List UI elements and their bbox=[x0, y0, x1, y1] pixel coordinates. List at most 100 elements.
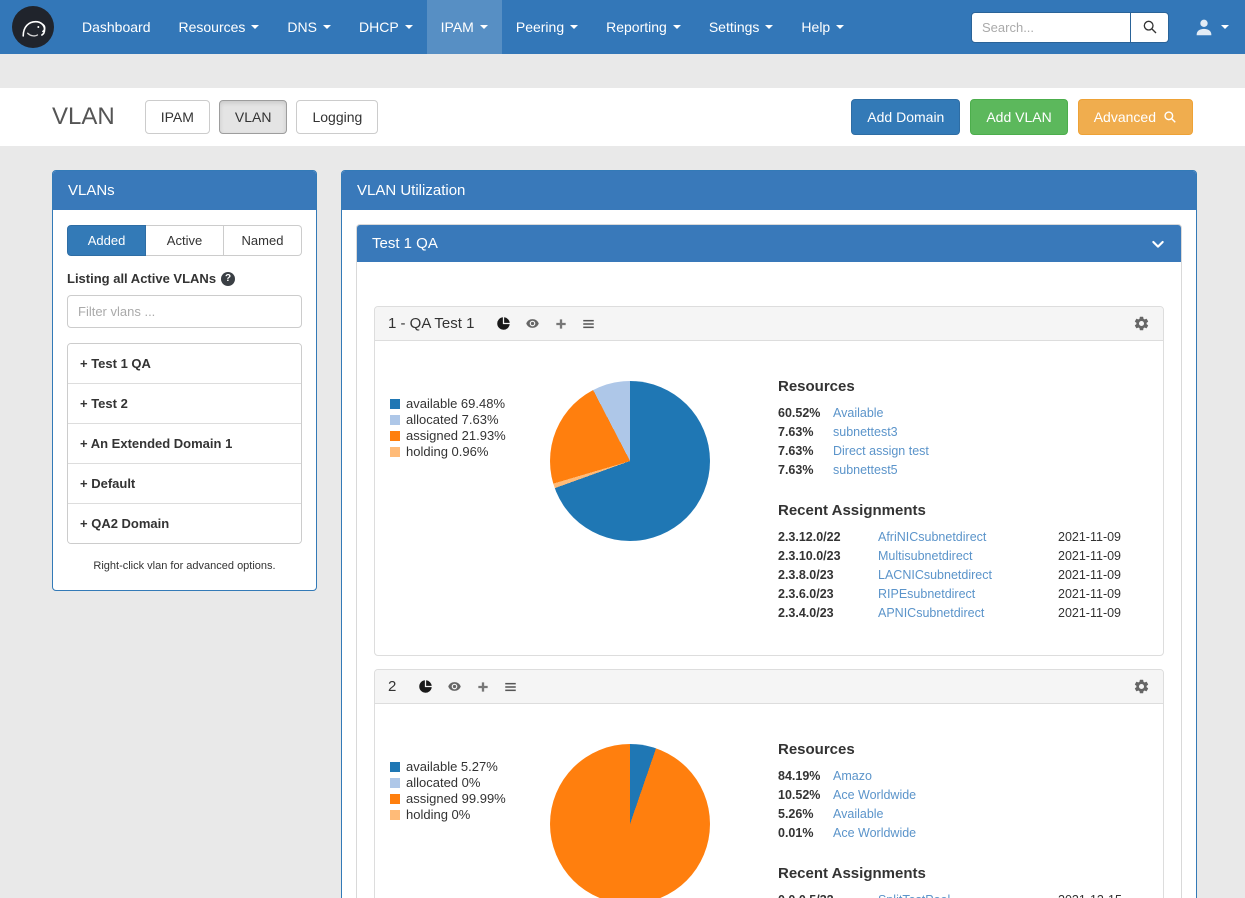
eye-icon[interactable] bbox=[524, 316, 541, 331]
tab-vlan[interactable]: VLAN bbox=[219, 100, 288, 134]
listing-label: Listing all Active VLANs ? bbox=[67, 271, 302, 286]
resources-title: Resources bbox=[778, 378, 1148, 395]
nav-item[interactable]: Reporting bbox=[592, 0, 695, 54]
plus-icon[interactable] bbox=[476, 680, 490, 694]
assignments-title: Recent Assignments bbox=[778, 865, 1148, 882]
add-domain-button[interactable]: Add Domain bbox=[851, 99, 960, 135]
search-icon bbox=[1142, 19, 1158, 35]
assignment-link[interactable]: Multisubnetdirect bbox=[878, 549, 1046, 564]
resource-link[interactable]: Available bbox=[833, 406, 884, 421]
resource-row: 5.26% Available bbox=[778, 807, 1148, 822]
assignment-cidr: 0.0.0.5/32 bbox=[778, 893, 866, 898]
resource-row: 84.19% Amazo bbox=[778, 769, 1148, 784]
assignment-row: 2.3.12.0/22 AfriNICsubnetdirect 2021-11-… bbox=[778, 530, 1148, 545]
assignment-date: 2021-12-15 bbox=[1058, 893, 1148, 898]
advanced-label: Advanced bbox=[1094, 109, 1156, 125]
caret-icon bbox=[765, 25, 773, 29]
caret-icon bbox=[673, 25, 681, 29]
search-button[interactable] bbox=[1131, 12, 1169, 43]
caret-icon bbox=[570, 25, 578, 29]
vlan-section-header[interactable]: Test 1 QA bbox=[357, 225, 1181, 262]
nav-item[interactable]: DHCP bbox=[345, 0, 427, 54]
vlan-list-item[interactable]: + Test 1 QA bbox=[68, 344, 301, 383]
tab-ipam[interactable]: IPAM bbox=[145, 100, 210, 134]
pie-chart-icon[interactable] bbox=[418, 679, 433, 694]
vlan-filter-input[interactable] bbox=[67, 295, 302, 328]
resource-link[interactable]: Direct assign test bbox=[833, 444, 929, 459]
assignments-list: 0.0.0.5/32 SplitTestPool 2021-12-15 0.0.… bbox=[778, 893, 1148, 898]
vlan-filter-group: Added Active Named bbox=[67, 225, 302, 256]
add-vlan-label: Add VLAN bbox=[986, 109, 1051, 125]
assignment-date: 2021-11-09 bbox=[1058, 549, 1148, 564]
legend-item: available 69.48% bbox=[390, 396, 540, 412]
navbar-search bbox=[971, 12, 1169, 43]
vlan-list-item[interactable]: + QA2 Domain bbox=[68, 503, 301, 543]
resource-link[interactable]: Available bbox=[833, 807, 884, 822]
nav-item[interactable]: Peering bbox=[502, 0, 592, 54]
card-title: 2 bbox=[388, 678, 396, 695]
vlan-section: Test 1 QA 1 - QA Test 1 bbox=[356, 224, 1182, 898]
plus-icon[interactable] bbox=[554, 317, 568, 331]
vlan-list-item[interactable]: + Default bbox=[68, 463, 301, 503]
nav-item[interactable]: Resources bbox=[165, 0, 274, 54]
resource-percent: 0.01% bbox=[778, 826, 833, 841]
legend-swatch bbox=[390, 431, 400, 441]
assignment-link[interactable]: APNICsubnetdirect bbox=[878, 606, 1046, 621]
gear-icon[interactable] bbox=[1133, 315, 1150, 332]
add-vlan-button[interactable]: Add VLAN bbox=[970, 99, 1067, 135]
resource-link[interactable]: Amazo bbox=[833, 769, 872, 784]
help-icon[interactable]: ? bbox=[221, 272, 235, 286]
nav-item[interactable]: Settings bbox=[695, 0, 788, 54]
user-icon bbox=[1193, 16, 1215, 38]
resource-link[interactable]: Ace Worldwide bbox=[833, 788, 916, 803]
assignment-date: 2021-11-09 bbox=[1058, 587, 1148, 602]
assignment-cidr: 2.3.6.0/23 bbox=[778, 587, 866, 602]
assignments-list: 2.3.12.0/22 AfriNICsubnetdirect 2021-11-… bbox=[778, 530, 1148, 621]
assignment-link[interactable]: AfriNICsubnetdirect bbox=[878, 530, 1046, 545]
assignment-cidr: 2.3.12.0/22 bbox=[778, 530, 866, 545]
nav-item-label: Reporting bbox=[606, 19, 667, 35]
chevron-down-icon[interactable] bbox=[1150, 236, 1166, 252]
resource-row: 7.63% subnettest5 bbox=[778, 463, 1148, 478]
caret-icon bbox=[323, 25, 331, 29]
utilization-card-2: 2 bbox=[374, 669, 1164, 898]
filter-active-button[interactable]: Active bbox=[146, 225, 224, 256]
page-header: VLAN IPAM VLAN Logging Add Domain Add VL… bbox=[0, 88, 1245, 146]
pie-chart-icon[interactable] bbox=[496, 316, 511, 331]
resource-percent: 5.26% bbox=[778, 807, 833, 822]
assignment-cidr: 2.3.8.0/23 bbox=[778, 568, 866, 583]
assignment-link[interactable]: SplitTestPool bbox=[878, 893, 1046, 898]
assignment-link[interactable]: LACNICsubnetdirect bbox=[878, 568, 1046, 583]
nav-item[interactable]: Dashboard bbox=[68, 0, 165, 54]
nav-item[interactable]: DNS bbox=[273, 0, 345, 54]
resource-link[interactable]: Ace Worldwide bbox=[833, 826, 916, 841]
gear-icon[interactable] bbox=[1133, 678, 1150, 695]
search-input[interactable] bbox=[971, 12, 1131, 43]
user-menu[interactable] bbox=[1177, 0, 1245, 54]
eye-icon[interactable] bbox=[446, 679, 463, 694]
filter-named-button[interactable]: Named bbox=[224, 225, 302, 256]
list-icon[interactable] bbox=[581, 317, 596, 331]
caret-icon bbox=[1221, 25, 1229, 29]
resource-link[interactable]: subnettest5 bbox=[833, 463, 898, 478]
pie-legend: available 5.27% allocated 0% assigned 99… bbox=[390, 724, 540, 898]
assignment-link[interactable]: RIPEsubnetdirect bbox=[878, 587, 1046, 602]
filter-added-button[interactable]: Added bbox=[67, 225, 146, 256]
view-tabs: IPAM VLAN Logging bbox=[145, 100, 379, 134]
nav-item[interactable]: IPAM bbox=[427, 0, 502, 54]
legend-item: allocated 7.63% bbox=[390, 412, 540, 428]
mammoth-logo[interactable] bbox=[12, 6, 54, 48]
list-icon[interactable] bbox=[503, 680, 518, 694]
page-title: VLAN bbox=[52, 103, 115, 131]
vlan-list-item[interactable]: + Test 2 bbox=[68, 383, 301, 423]
vlan-list-item[interactable]: + An Extended Domain 1 bbox=[68, 423, 301, 463]
resources-list: 60.52% Available 7.63% subnettest3 7.63%… bbox=[778, 406, 1148, 478]
resource-link[interactable]: subnettest3 bbox=[833, 425, 898, 440]
legend-label: assigned 99.99% bbox=[406, 791, 506, 807]
advanced-button[interactable]: Advanced bbox=[1078, 99, 1193, 135]
tab-logging[interactable]: Logging bbox=[296, 100, 378, 134]
legend-swatch bbox=[390, 415, 400, 425]
legend-label: available 69.48% bbox=[406, 396, 505, 412]
legend-swatch bbox=[390, 794, 400, 804]
nav-item[interactable]: Help bbox=[787, 0, 858, 54]
